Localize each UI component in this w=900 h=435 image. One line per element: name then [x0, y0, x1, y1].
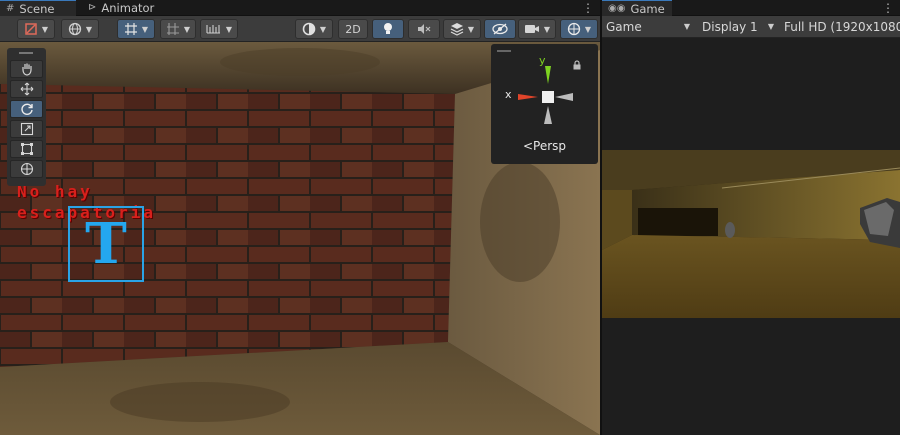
tab-game-label: Game — [630, 1, 665, 16]
globe-icon — [68, 22, 82, 36]
camera-settings-button[interactable]: ▼ — [518, 19, 556, 39]
increment-snap-button[interactable]: ▼ — [160, 19, 196, 39]
projection-toggle[interactable]: <Persp — [491, 139, 598, 153]
gizmo-y-label: y — [539, 54, 546, 67]
display-select[interactable]: Display 1 ▼ — [698, 18, 778, 36]
ruler-icon — [206, 25, 220, 34]
neg-x-axis-arrow[interactable] — [555, 93, 573, 101]
game-mode-value: Game — [606, 20, 642, 34]
chevron-down-icon: ▼ — [225, 24, 233, 34]
gizmos-button[interactable]: ▼ — [560, 19, 598, 39]
gizmo-globe-icon — [567, 22, 581, 36]
animator-icon: ⊳ — [88, 2, 97, 13]
tab-scene-label: Scene — [19, 1, 55, 16]
chevron-down-icon: ▼ — [141, 24, 149, 34]
chevron-down-icon: ▼ — [584, 24, 592, 34]
orientation-gizmo[interactable]: y x <Persp — [491, 44, 598, 164]
chevron-down-icon: ▼ — [543, 24, 551, 34]
ruler-button[interactable]: ▼ — [200, 19, 238, 39]
shading-sphere-icon — [302, 22, 316, 36]
game-render — [602, 150, 900, 318]
speaker-muted-icon — [418, 24, 431, 34]
global-local-button[interactable]: ▼ — [61, 19, 99, 39]
tab-scene[interactable]: # Scene — [0, 0, 76, 16]
tab-game[interactable]: ◉◉ Game — [602, 0, 672, 16]
move-tool-button[interactable] — [10, 80, 43, 98]
mode-2d-button[interactable]: 2D — [338, 19, 368, 39]
rect-transform-icon — [20, 143, 33, 155]
chevron-down-icon: ▼ — [85, 24, 93, 34]
eye-slash-icon — [492, 23, 508, 35]
tool-settings-icon — [25, 23, 37, 35]
projection-icon: < — [522, 139, 534, 153]
gamepad-icon: ◉◉ — [608, 2, 626, 14]
rotate-tool-button[interactable] — [10, 100, 43, 118]
audio-toggle-button[interactable] — [408, 19, 440, 39]
y-axis-arrow[interactable] — [545, 66, 551, 84]
game-panel: ◉◉ Game ⋮ Game ▼ Display 1 ▼ Full HD (19… — [602, 0, 900, 435]
chevron-down-icon: ▼ — [767, 22, 774, 31]
hand-icon — [21, 63, 32, 76]
lightbulb-icon — [384, 23, 392, 34]
rotate-icon — [20, 103, 33, 115]
move-arrows-icon — [20, 82, 33, 96]
scale-tool-button[interactable] — [10, 120, 43, 138]
chevron-down-icon: ▼ — [183, 24, 191, 34]
hand-tool-button[interactable] — [10, 60, 43, 78]
selected-text-object[interactable]: T — [68, 206, 144, 282]
scene-toolbar: ▼ ▼ ▼ ▼ ▼ ▼ 2D ▼ ▼ ▼ — [0, 16, 600, 42]
increment-snap-icon — [166, 23, 179, 35]
lighting-toggle-button[interactable] — [372, 19, 404, 39]
display-value: Display 1 — [702, 20, 758, 34]
shading-mode-button[interactable]: ▼ — [295, 19, 333, 39]
gizmo-center-cube[interactable] — [542, 91, 554, 103]
scene-more-options-icon[interactable]: ⋮ — [582, 0, 594, 16]
tab-animator[interactable]: ⊳ Animator — [82, 0, 162, 16]
effects-button[interactable]: ▼ — [443, 19, 481, 39]
game-view[interactable] — [602, 150, 900, 318]
chevron-down-icon: ▼ — [319, 24, 327, 34]
gizmo-x-label: x — [505, 88, 512, 101]
scene-tab-bar: # Scene ⊳ Animator ⋮ — [0, 0, 600, 16]
projection-label: Persp — [533, 139, 567, 153]
hash-grid-icon: # — [6, 2, 15, 14]
mode-2d-label: 2D — [345, 22, 361, 36]
gizmo-grip[interactable] — [497, 50, 511, 52]
scale-icon — [20, 122, 33, 136]
effects-layers-icon — [450, 23, 464, 36]
transform-tool-button[interactable] — [10, 160, 43, 178]
resolution-select[interactable]: Full HD (1920x1080) — [780, 18, 900, 36]
transform-icon — [20, 162, 33, 176]
hidden-objects-toggle-button[interactable] — [484, 19, 516, 39]
rect-tool-button[interactable] — [10, 140, 43, 158]
grid-snap-icon — [124, 23, 137, 35]
chevron-down-icon: ▼ — [41, 24, 49, 34]
tools-overlay-grip[interactable] — [19, 52, 33, 54]
text-glyph: T — [85, 211, 127, 277]
grid-snapping-button[interactable]: ▼ — [117, 19, 155, 39]
game-toolbar: Game ▼ Display 1 ▼ Full HD (1920x1080) — [602, 16, 900, 38]
x-axis-arrow[interactable] — [518, 94, 538, 100]
chevron-down-icon: ▼ — [683, 22, 690, 31]
tools-overlay — [7, 48, 46, 186]
neg-y-axis-arrow[interactable] — [544, 106, 552, 124]
tab-animator-label: Animator — [101, 1, 155, 15]
camera-icon — [524, 25, 539, 33]
scene-panel: # Scene ⊳ Animator ⋮ ▼ ▼ ▼ ▼ ▼ ▼ 2D ▼ ▼ … — [0, 0, 600, 435]
game-more-options-icon[interactable]: ⋮ — [882, 0, 894, 16]
game-mode-select[interactable]: Game ▼ — [602, 18, 694, 36]
chevron-down-icon: ▼ — [467, 24, 475, 34]
game-tab-bar: ◉◉ Game ⋮ — [602, 0, 900, 16]
axis-gizmo-graphic — [518, 66, 573, 124]
scene-draw-mode-button[interactable]: ▼ — [17, 19, 55, 39]
resolution-value: Full HD (1920x1080) — [784, 20, 900, 34]
